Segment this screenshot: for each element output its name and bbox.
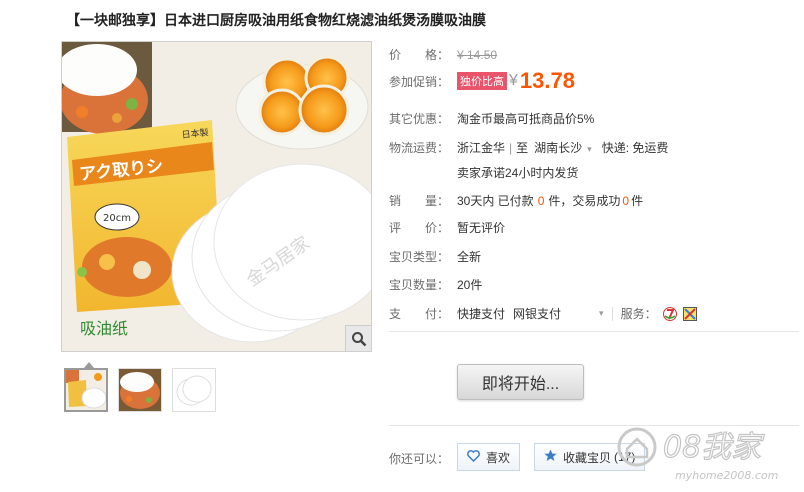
star-icon [544,449,557,465]
seven-day-return-icon[interactable] [662,306,677,321]
shipping-to-prefix: 至 [516,141,529,155]
item-type-label: 宝贝类型： [389,250,450,264]
sales-label: 销 量： [389,194,450,208]
invoice-icon-graphic [682,306,697,321]
seven-day-return-icon-graphic [662,306,677,321]
other-discount-value: 淘金币最高可抵商品价5% [457,112,595,126]
thumbnail-3-image [173,369,215,411]
heart-icon [467,449,480,465]
payment-row: 支 付： 快捷支付 网银支付 ▾ 服务： [389,305,697,322]
price-label: 价 格： [389,48,450,62]
thumbnail-strip [64,368,216,412]
other-discount-label: 其它优惠： [389,112,450,126]
sales-row: 销 量： 30天内 已付款 0 件，交易成功 0 件 [389,192,643,209]
thumbnail-3[interactable] [172,368,216,412]
zoom-button[interactable] [345,325,371,351]
magnifier-icon [351,331,366,346]
quantity-row: 宝贝数量： 20件 [389,276,482,293]
thumbnail-2-image [119,369,161,411]
buy-now-button[interactable]: 即将开始... [457,364,584,400]
like-button[interactable]: 喜欢 [457,443,521,471]
payment-method-quick[interactable]: 快捷支付 [457,305,505,322]
thumbnail-1[interactable] [64,368,108,412]
rating-row: 评 价： 暂无评价 [389,219,505,236]
shipping-promise: 卖家承诺24小时内发货 [457,166,579,180]
sales-prefix: 30天内 已付款 [457,194,534,208]
quantity-label: 宝贝数量： [389,278,450,292]
rating-label: 评 价： [389,221,450,235]
you-can-label: 你还可以： [389,452,450,466]
star-icon-graphic [544,449,557,461]
item-type-row: 宝贝类型： 全新 [389,248,481,265]
promo-price: 13.78 [519,68,575,93]
shipping-from: 浙江金华 [457,141,506,155]
details-divider-top [389,331,799,332]
shipping-destination: 湖南长沙 [534,141,583,155]
invoice-icon[interactable] [682,306,697,321]
image-caption: 吸油纸 [80,319,128,338]
like-button-label: 喜欢 [486,450,511,465]
thumbnail-2[interactable] [118,368,162,412]
product-title: 【一块邮独享】日本进口厨房吸油用纸食物红烧滤油纸煲汤膜吸油膜 [66,12,486,28]
promo-label: 参加促销： [389,74,450,89]
you-can-row: 你还可以： [389,450,449,467]
shipping-label: 物流运费： [389,141,450,155]
site-logo-url: myhome2008.com [675,469,778,482]
heart-icon-graphic [467,449,480,462]
service-label: 服务： [620,307,657,321]
main-product-image[interactable]: アク取りシ 日本製 20cm 金马居家 吸油纸 [61,41,372,352]
package-size: 20cm [103,213,131,224]
sales-done-count: 0 [622,193,630,208]
shipping-separator: | [509,140,513,155]
promo-row: 参加促销： 独价比高 ¥ 13.78 [389,68,575,94]
shipping-destination-select[interactable]: 湖南长沙 ▾ [534,139,592,156]
site-logo-text: 08我家 [663,430,765,465]
sales-mid: 件，交易成功 [548,194,621,208]
site-logo-graphic: 08我家 myhome2008.com [617,427,778,482]
chevron-down-icon: ▾ [587,144,592,154]
quantity-value: 20件 [457,278,483,292]
price-row: 价 格： ¥ 14.50 [389,46,497,63]
thumbnail-1-image [66,370,106,410]
sales-suffix: 件 [631,194,644,208]
payment-method-bank[interactable]: 网银支付 [513,305,561,322]
payment-dropdown-icon[interactable]: ▾ [599,308,604,319]
shipping-fee: 快递: 免运费 [601,141,669,155]
sales-paid-count: 0 [537,193,545,208]
rating-value: 暂无评价 [457,221,506,235]
shipping-promise-row: 卖家承诺24小时内发货 [457,164,578,181]
item-type-value: 全新 [457,250,482,264]
product-photo: アク取りシ 日本製 20cm 金马居家 吸油纸 [62,42,371,351]
original-price: ¥ 14.50 [457,47,498,62]
shipping-row: 物流运费： 浙江金华 | 至 湖南长沙 ▾ 快递: 免运费 [389,139,668,156]
favorite-button-label: 收藏宝贝 [563,450,612,465]
promo-currency: ¥ [509,72,518,89]
payment-divider [611,306,613,321]
site-logo: 08我家 myhome2008.com [615,417,800,485]
payment-label: 支 付： [389,307,450,321]
promo-badge[interactable]: 独价比高 [457,72,507,90]
other-discount-row: 其它优惠： 淘金币最高可抵商品价5% [389,110,594,127]
